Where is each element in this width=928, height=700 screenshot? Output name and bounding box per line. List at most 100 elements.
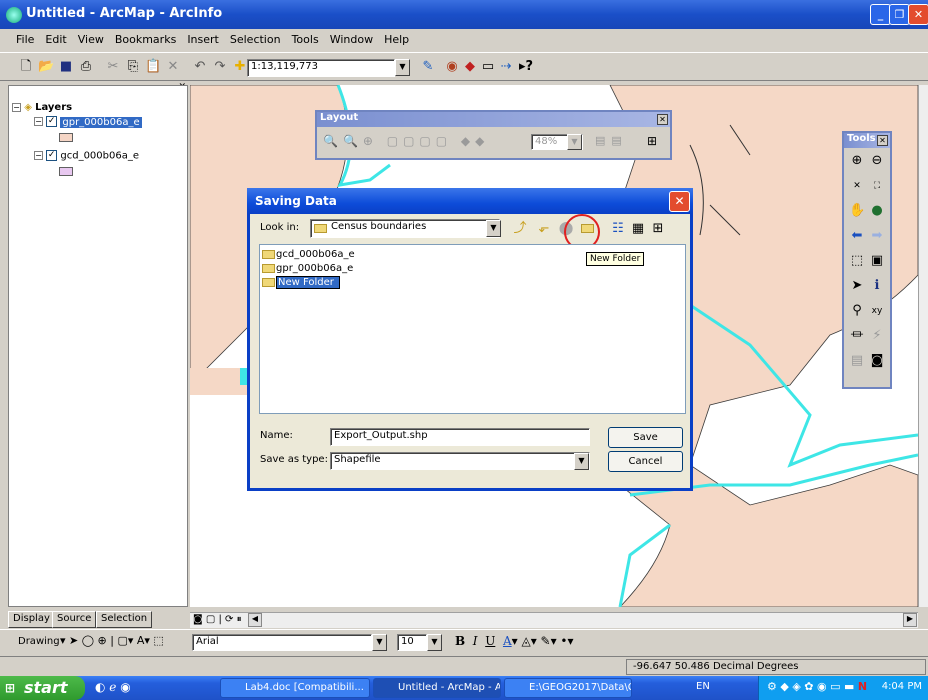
map-horizontal-scrollbar[interactable]: ◙ ▢ | ⟳ ⏸ ◀ ▶ <box>190 612 918 628</box>
scroll-left-button[interactable]: ◀ <box>248 613 262 627</box>
cut-icon[interactable]: ✂ <box>105 59 121 75</box>
look-in-combo[interactable]: Census boundaries <box>310 219 500 238</box>
save-icon[interactable]: ■ <box>58 59 74 75</box>
map-vertical-scrollbar[interactable] <box>918 85 928 607</box>
fixed-zoom-out-icon[interactable]: ⛶ <box>869 178 885 194</box>
new-folder-name-edit[interactable]: New Folder <box>276 276 340 289</box>
find-icon[interactable]: ⚲ <box>849 303 865 319</box>
html-popup-icon[interactable]: ▤ <box>849 353 865 369</box>
font-size-combo[interactable]: 10 <box>397 634 427 651</box>
layer-item-gpr[interactable]: − ✓ gpr_000b06a_e <box>34 116 142 128</box>
save-as-type-combo[interactable]: Shapefile <box>330 452 590 470</box>
menu-selection[interactable]: Selection <box>225 31 286 48</box>
font-name-dropdown[interactable]: ▼ <box>372 634 387 651</box>
add-data-icon[interactable]: ✚ <box>232 59 248 75</box>
copy-icon[interactable]: ⎘ <box>125 59 141 75</box>
layout-zoom-icons[interactable]: 🔍🔍⊕ ▢▢▢▢ ◆◆ <box>323 134 489 148</box>
menu-edit[interactable]: Edit <box>40 31 71 48</box>
zoom-out-icon[interactable]: ⊖ <box>869 153 885 169</box>
tab-display[interactable]: Display <box>8 611 55 628</box>
layer-symbol-swatch[interactable] <box>59 133 73 142</box>
tray-icons[interactable]: ⚙ ◆ ◈ ✿ ◉ ▭ ▬ N <box>767 680 867 693</box>
font-size-dropdown[interactable]: ▼ <box>427 634 442 651</box>
zoom-in-icon[interactable]: ⊕ <box>849 153 865 169</box>
measure-icon[interactable]: ⏛ <box>849 328 865 344</box>
details-view-icon[interactable]: ▦ <box>630 221 646 237</box>
dialog-titlebar[interactable]: Saving Data ✕ <box>247 188 693 214</box>
dialog-close-button[interactable]: ✕ <box>669 191 690 212</box>
save-as-type-dropdown[interactable]: ▼ <box>574 453 589 470</box>
task-arcmap[interactable]: Untitled - ArcMap - Ar... <box>373 678 501 698</box>
maximize-button[interactable]: ❐ <box>889 4 910 25</box>
layers-root-label[interactable]: Layers <box>35 102 72 113</box>
back-extent-icon[interactable]: ⬅ <box>849 228 865 244</box>
tools-close-button[interactable]: ✕ <box>877 135 888 146</box>
language-indicator[interactable]: EN <box>696 681 710 692</box>
scale-dropdown-button[interactable]: ▼ <box>395 59 410 76</box>
editor-toolbar-icon[interactable]: ✎ <box>420 59 436 75</box>
undo-icon[interactable]: ↶ <box>192 59 208 75</box>
look-in-dropdown[interactable]: ▼ <box>486 220 501 237</box>
quick-launch-icons[interactable]: ◐ ℯ ◉ <box>95 680 131 694</box>
list-view-icon[interactable]: ☷ <box>610 221 626 237</box>
file-list[interactable]: gcd_000b06a_e gpr_000b06a_e New Folder <box>259 244 686 414</box>
list-item[interactable]: gpr_000b06a_e <box>262 263 353 274</box>
new-folder-item[interactable]: New Folder <box>262 276 340 289</box>
list-item[interactable]: gcd_000b06a_e <box>262 249 355 260</box>
name-input[interactable]: Export_Output.shp <box>330 428 590 446</box>
layer-visibility-checkbox[interactable]: ✓ <box>46 150 58 161</box>
tab-source[interactable]: Source <box>52 611 97 628</box>
select-features-icon[interactable]: ⬚ <box>849 253 865 269</box>
hyperlink-icon[interactable]: ⚡ <box>869 328 885 344</box>
text-format-icons[interactable]: B I U A▾ ◬▾ ✎▾ •▾ <box>455 634 574 648</box>
layout-close-button[interactable]: ✕ <box>657 114 668 125</box>
identify-icon[interactable]: ℹ <box>869 278 885 294</box>
layer-visibility-checkbox[interactable]: ✓ <box>46 116 58 127</box>
menu-help[interactable]: Help <box>379 31 414 48</box>
forward-extent-icon[interactable]: ➡ <box>869 228 885 244</box>
command-line-icon[interactable]: ▭ <box>480 59 496 75</box>
up-one-level-icon[interactable]: ⤴ <box>512 221 528 237</box>
menu-view[interactable]: View <box>73 31 109 48</box>
thumbnails-view-icon[interactable]: ⊞ <box>650 221 666 237</box>
task-lab4-doc[interactable]: Lab4.doc [Compatibili... <box>220 678 370 698</box>
save-button[interactable]: Save <box>608 427 683 448</box>
arctoolbox-icon[interactable]: ◉ <box>444 59 460 75</box>
clear-selection-icon[interactable]: ▣ <box>869 253 885 269</box>
change-layout-icon[interactable]: ⊞ <box>647 134 657 148</box>
model-builder-icon[interactable]: ⇢ <box>498 59 514 75</box>
menu-tools[interactable]: Tools <box>287 31 324 48</box>
paste-icon[interactable]: 📋 <box>145 59 161 75</box>
tab-selection[interactable]: Selection <box>96 611 153 628</box>
scroll-right-button[interactable]: ▶ <box>903 613 917 627</box>
layer-symbol-swatch[interactable] <box>59 167 73 176</box>
layer-item-gcd[interactable]: − ✓ gcd_000b06a_e <box>34 150 139 162</box>
arccatalog-icon[interactable]: ◆ <box>462 59 478 75</box>
menu-insert[interactable]: Insert <box>182 31 224 48</box>
task-explorer-folder[interactable]: E:\GEOG2017\Data\G... <box>504 678 632 698</box>
connect-folder-icon[interactable]: ⬐ <box>536 221 552 237</box>
menu-file[interactable]: File <box>11 31 39 48</box>
drawing-menu[interactable]: Drawing <box>18 636 60 647</box>
pan-icon[interactable]: ✋ <box>849 203 865 219</box>
layout-zoom-dropdown[interactable]: ▼ <box>567 134 582 150</box>
menu-bookmarks[interactable]: Bookmarks <box>110 31 181 48</box>
select-elements-icon[interactable]: ➤ <box>849 278 865 294</box>
minimize-button[interactable]: _ <box>870 4 891 25</box>
go-to-xy-icon[interactable]: xy <box>869 303 885 319</box>
start-button[interactable]: start ⊞ <box>0 676 85 700</box>
tools-toolbar-title[interactable]: Tools <box>847 133 876 144</box>
time-slider-icon[interactable]: ◙ <box>869 353 885 369</box>
menu-window[interactable]: Window <box>325 31 378 48</box>
layout-page-icons[interactable]: ▤▤ <box>595 134 628 147</box>
cancel-button[interactable]: Cancel <box>608 451 683 472</box>
redo-icon[interactable]: ↷ <box>212 59 228 75</box>
open-folder-icon[interactable]: 📂 <box>38 59 54 75</box>
close-button[interactable]: ✕ <box>908 4 928 25</box>
whats-this-icon[interactable]: ▸? <box>518 59 534 75</box>
new-document-icon[interactable]: 🗋 <box>18 59 34 75</box>
full-extent-icon[interactable]: ● <box>869 203 885 219</box>
view-switch-icons[interactable]: ◙ ▢ | ⟳ ⏸ <box>193 614 242 625</box>
fixed-zoom-in-icon[interactable]: ✕ <box>849 178 865 194</box>
layout-toolbar-title[interactable]: Layout ✕ <box>317 112 670 127</box>
